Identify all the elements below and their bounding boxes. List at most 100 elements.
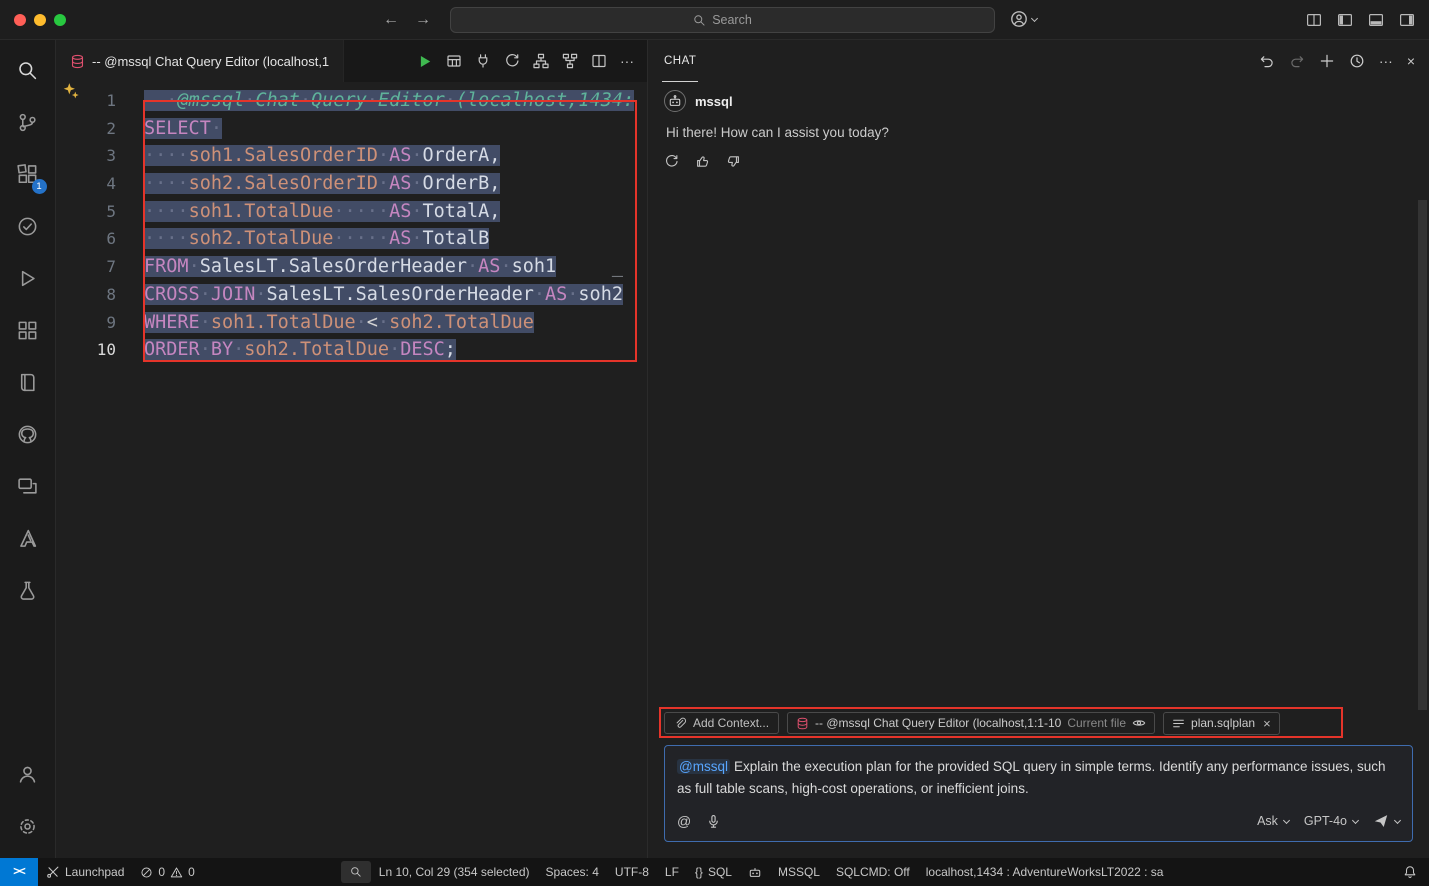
toggle-secondary-sidebar-icon[interactable]: [1399, 12, 1415, 28]
chat-prompt-text[interactable]: @mssqlExplain the execution plan for the…: [677, 756, 1400, 800]
remove-chip-button[interactable]: ×: [1263, 716, 1271, 731]
braces-icon: {}: [695, 865, 703, 879]
zoom-window-button[interactable]: [54, 14, 66, 26]
sidebar-item-source-control[interactable]: [4, 96, 52, 148]
minimize-window-button[interactable]: [34, 14, 46, 26]
toggle-primary-sidebar-icon[interactable]: [1337, 12, 1353, 28]
thumbs-up-icon[interactable]: [695, 154, 710, 169]
remote-indicator[interactable]: ><: [0, 858, 38, 886]
robot-icon: [748, 865, 762, 879]
sidebar-item-remote-explorer[interactable]: [4, 460, 52, 512]
context-chip-current-file[interactable]: -- @mssql Chat Query Editor (localhost,1…: [787, 712, 1155, 734]
eye-icon[interactable]: [1132, 716, 1146, 730]
editor-tab[interactable]: -- @mssql Chat Query Editor (localhost,1: [56, 40, 344, 82]
message-text: Hi there! How can I assist you today?: [666, 125, 1413, 140]
estimated-plan-icon[interactable]: [504, 53, 520, 69]
database-icon: [796, 717, 809, 730]
history-icon[interactable]: [1349, 53, 1365, 69]
run-and-debug-icon: [17, 268, 38, 289]
more-actions-button[interactable]: ···: [1379, 54, 1393, 68]
magnifier-icon: [350, 866, 362, 878]
connection-plug-icon[interactable]: [475, 53, 491, 69]
sidebar-item-extensions[interactable]: 1: [4, 148, 52, 200]
query-plan-icon[interactable]: [562, 53, 578, 69]
language-mode[interactable]: {} SQL: [687, 858, 740, 886]
tab-chat[interactable]: CHAT: [662, 40, 698, 82]
chip-hint: Current file: [1067, 716, 1126, 730]
chevron-down-icon: [1031, 14, 1038, 21]
title-bar: ← → Search: [0, 0, 1429, 40]
run-query-button[interactable]: [416, 53, 433, 70]
problems-item[interactable]: 0 0: [132, 858, 202, 886]
cursor-position[interactable]: Ln 10, Col 29 (354 selected): [371, 858, 538, 886]
close-window-button[interactable]: [14, 14, 26, 26]
context-chip-sqlplan[interactable]: plan.sqlplan ×: [1163, 712, 1280, 735]
notifications-bell[interactable]: [1395, 858, 1429, 886]
toggle-panel-icon[interactable]: [1368, 12, 1384, 28]
undo-icon[interactable]: [1259, 53, 1275, 69]
sidebar-item-azure[interactable]: [4, 512, 52, 564]
code-line: --·@mssql·Chat·Query·Editor·(localhost,1…: [144, 87, 647, 115]
mode-selector[interactable]: Ask: [1257, 814, 1289, 828]
warning-icon: [170, 866, 183, 879]
model-selector[interactable]: GPT-4o: [1304, 814, 1358, 828]
add-context-button[interactable]: Add Context...: [664, 712, 779, 734]
account-menu[interactable]: [1010, 10, 1037, 28]
chat-input[interactable]: @mssqlExplain the execution plan for the…: [664, 745, 1413, 842]
zoom-indicator[interactable]: [341, 861, 371, 883]
sidebar-item-blocks[interactable]: [4, 304, 52, 356]
connection-status[interactable]: localhost,1434 : AdventureWorksLT2022 : …: [918, 858, 1172, 886]
code-line: ····soh2.TotalDue·····AS·TotalB: [144, 225, 647, 253]
sidebar-item-github[interactable]: [4, 408, 52, 460]
redo-icon[interactable]: [1289, 53, 1305, 69]
editor-toolbar: ···: [416, 40, 647, 82]
editor-group: -- @mssql Chat Query Editor (localhost,1…: [56, 40, 648, 858]
mention-button[interactable]: @: [677, 814, 691, 828]
microphone-icon[interactable]: [706, 814, 721, 829]
vscode-window: ← → Search 1: [0, 0, 1429, 886]
list-icon: [1172, 717, 1185, 730]
code-editor[interactable]: 12345678910 --·@mssql·Chat·Query·Editor·…: [56, 82, 647, 858]
context-row-wrap: Add Context... -- @mssql Chat Query Edit…: [664, 711, 1413, 735]
copilot-sparkle-icon[interactable]: [62, 82, 80, 105]
code-line: ····soh1.SalesOrderID·AS·OrderA,: [144, 142, 647, 170]
sqlcmd-status[interactable]: SQLCMD: Off: [828, 858, 918, 886]
schema-hierarchy-icon[interactable]: [533, 53, 549, 69]
editor-tab-bar: -- @mssql Chat Query Editor (localhost,1…: [56, 40, 647, 82]
thumbs-down-icon[interactable]: [726, 154, 741, 169]
regenerate-icon[interactable]: [664, 154, 679, 169]
layout-controls: [1306, 0, 1415, 40]
line-number: 4: [56, 170, 116, 198]
new-chat-icon[interactable]: [1319, 53, 1335, 69]
encoding[interactable]: UTF-8: [607, 858, 657, 886]
source-control-icon: [17, 112, 38, 133]
go-forward-button[interactable]: →: [415, 11, 431, 29]
chevron-down-icon: [1352, 816, 1359, 823]
sidebar-item-run-and-debug[interactable]: [4, 252, 52, 304]
mssql-status[interactable]: MSSQL: [770, 858, 828, 886]
send-button[interactable]: [1373, 813, 1400, 829]
split-editor-icon[interactable]: [591, 53, 607, 69]
copilot-status[interactable]: [740, 858, 770, 886]
eol[interactable]: LF: [657, 858, 687, 886]
chat-scrollbar[interactable]: [1418, 200, 1427, 710]
more-actions-button[interactable]: ···: [620, 54, 634, 68]
results-grid-icon[interactable]: [446, 53, 462, 69]
launchpad-item[interactable]: Launchpad: [38, 858, 132, 886]
chat-input-controls: @ Ask GPT-4o: [677, 809, 1400, 833]
sidebar-item-book[interactable]: [4, 356, 52, 408]
sidebar-item-checklist[interactable]: [4, 200, 52, 252]
remote-explorer-icon: [17, 476, 38, 497]
code-line: FROM·SalesLT.SalesOrderHeader·AS·soh1 _: [144, 253, 647, 281]
indentation[interactable]: Spaces: 4: [538, 858, 607, 886]
close-panel-button[interactable]: ×: [1407, 54, 1415, 68]
settings-button[interactable]: [4, 800, 52, 852]
code-line: ORDER·BY·soh2.TotalDue·DESC;: [144, 336, 647, 364]
layout-columns-icon[interactable]: [1306, 12, 1322, 28]
sidebar-item-search[interactable]: [4, 44, 52, 96]
search-placeholder: Search: [712, 13, 752, 27]
go-back-button[interactable]: ←: [383, 11, 399, 29]
sidebar-item-flask[interactable]: [4, 564, 52, 616]
accounts-button[interactable]: [4, 748, 52, 800]
command-center-search[interactable]: Search: [450, 7, 995, 33]
